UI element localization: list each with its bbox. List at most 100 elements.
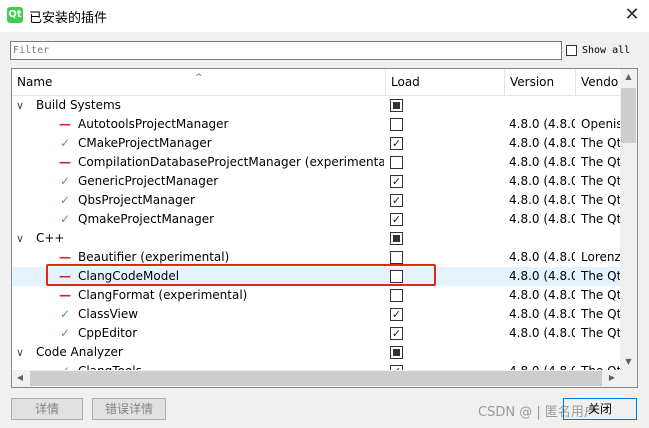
- plugin-version: 4.8.0 (4.8.0): [509, 326, 575, 340]
- scroll-left-icon[interactable]: ◀: [15, 373, 25, 382]
- status-error-icon: —: [59, 288, 71, 302]
- load-checkbox[interactable]: [390, 156, 403, 169]
- horizontal-scroll-thumb[interactable]: [30, 371, 602, 386]
- load-checkbox[interactable]: [390, 232, 403, 245]
- close-button[interactable]: 关闭: [563, 398, 637, 420]
- load-checkbox[interactable]: [390, 99, 403, 112]
- load-checkbox[interactable]: ✓: [390, 308, 403, 321]
- plugin-version: 4.8.0 (4.8.0): [509, 155, 575, 169]
- column-header-load[interactable]: Load: [386, 69, 505, 95]
- group-label: Build Systems: [36, 98, 121, 112]
- plugin-version: 4.8.0 (4.8.0): [509, 307, 575, 321]
- load-checkbox[interactable]: [390, 346, 403, 359]
- load-checkbox[interactable]: ✓: [390, 175, 403, 188]
- plugin-vendor: The Qt: [581, 326, 620, 340]
- column-name-label: Name: [17, 75, 53, 89]
- check-icon: ✓: [391, 194, 402, 207]
- load-checkbox[interactable]: [390, 251, 403, 264]
- expand-chevron-icon[interactable]: ∨: [16, 229, 28, 248]
- table-row[interactable]: ✓ QbsProjectManager 4.8.0 (4.8.0) The Qt ✓: [12, 191, 620, 210]
- table-row-group[interactable]: ∨ C++: [12, 229, 620, 248]
- details-button[interactable]: 详情: [11, 398, 83, 420]
- scrollbar-corner: [620, 370, 637, 387]
- plugin-version: 4.8.0 (4.8.0): [509, 269, 575, 283]
- plugin-name: CMakeProjectManager: [78, 136, 212, 150]
- column-vendor-label: Vendo: [581, 75, 619, 89]
- status-ok-icon: ✓: [59, 212, 71, 226]
- close-window-button[interactable]: ✕: [616, 1, 648, 29]
- plugin-vendor: Lorenz: [581, 250, 620, 264]
- window-title: 已安装的插件: [29, 11, 108, 26]
- load-checkbox[interactable]: ✓: [390, 194, 403, 207]
- plugin-vendor: The Qt: [581, 155, 620, 169]
- scroll-right-icon[interactable]: ▶: [607, 373, 617, 382]
- plugin-name: ClangFormat (experimental): [78, 288, 248, 302]
- qt-app-icon: Qt: [7, 7, 23, 23]
- plugin-vendor: The Qt: [581, 288, 620, 302]
- plugin-vendor: The Qt: [581, 193, 620, 207]
- partial-check-icon: [393, 102, 400, 109]
- table-row[interactable]: ✓ CMakeProjectManager 4.8.0 (4.8.0) The Qt ✓: [12, 134, 620, 153]
- column-header-version[interactable]: Version: [505, 69, 576, 95]
- plugin-version: 4.8.0 (4.8.0): [509, 250, 575, 264]
- load-checkbox[interactable]: [390, 289, 403, 302]
- plugin-version: 4.8.0 (4.8.0): [509, 174, 575, 188]
- group-label: C++: [36, 231, 65, 245]
- table-row[interactable]: ✓ GenericProjectManager 4.8.0 (4.8.0) The Q…: [12, 172, 620, 191]
- plugin-version: 4.8.0 (4.8.0): [509, 193, 575, 207]
- plugin-name: QmakeProjectManager: [78, 212, 215, 226]
- check-icon: ✓: [391, 213, 402, 226]
- load-checkbox[interactable]: [390, 118, 403, 131]
- column-header-vendor[interactable]: Vendo: [576, 69, 620, 95]
- status-ok-icon: ✓: [59, 307, 71, 321]
- table-row[interactable]: ✓ QmakeProjectManager 4.8.0 (4.8.0) The Qt ✓: [12, 210, 620, 229]
- status-ok-icon: ✓: [59, 326, 71, 340]
- plugin-vendor: The Qt: [581, 174, 620, 188]
- load-checkbox[interactable]: ✓: [390, 213, 403, 226]
- plugin-vendor: The Qt: [581, 136, 620, 150]
- plugin-version: 4.8.0 (4.8.0): [509, 136, 575, 150]
- check-icon: ✓: [391, 327, 402, 340]
- load-checkbox[interactable]: ✓: [390, 327, 403, 340]
- plugin-vendor: Openis: [581, 117, 620, 131]
- title-bar: Qt 已安装的插件 ✕: [0, 0, 649, 32]
- partial-check-icon: [393, 349, 400, 356]
- plugin-name: CompilationDatabaseProjectManager (exper…: [78, 155, 384, 169]
- show-all-label: Show all: [582, 44, 631, 56]
- scroll-down-icon[interactable]: ▼: [620, 357, 637, 366]
- check-icon: ✓: [391, 175, 402, 188]
- plugin-name: CppEditor: [78, 326, 138, 340]
- partial-check-icon: [393, 235, 400, 242]
- plugin-name: GenericProjectManager: [78, 174, 219, 188]
- load-checkbox[interactable]: ✓: [390, 137, 403, 150]
- table-row[interactable]: — ClangFormat (experimental) 4.8.0 (4.8.0)…: [12, 286, 620, 305]
- error-details-button[interactable]: 错误详情: [92, 398, 166, 420]
- plugin-version: 4.8.0 (4.8.0): [509, 288, 575, 302]
- show-all-toggle[interactable]: Show all: [566, 42, 630, 58]
- plugin-name: AutotoolsProjectManager: [78, 117, 229, 131]
- expand-chevron-icon[interactable]: ∨: [16, 343, 28, 362]
- plugin-vendor: The Qt: [581, 269, 620, 283]
- status-error-icon: —: [59, 155, 71, 169]
- column-load-label: Load: [391, 75, 420, 89]
- red-highlight-box: [46, 264, 436, 286]
- filter-input[interactable]: [10, 41, 562, 60]
- table-row[interactable]: — CompilationDatabaseProjectManager (expe…: [12, 153, 620, 172]
- table-row[interactable]: ✓ ClassView 4.8.0 (4.8.0) The Qt ✓: [12, 305, 620, 324]
- group-label: Code Analyzer: [36, 345, 123, 359]
- scroll-up-icon[interactable]: ▲: [620, 72, 637, 81]
- plugin-version: 4.8.0 (4.8.0): [509, 117, 575, 131]
- table-row[interactable]: ✓ CppEditor 4.8.0 (4.8.0) The Qt ✓: [12, 324, 620, 343]
- column-header-name[interactable]: Name ^: [12, 69, 386, 95]
- horizontal-scrollbar[interactable]: ◀ ▶: [12, 370, 620, 387]
- table-row-group[interactable]: ∨ Build Systems: [12, 96, 620, 115]
- vertical-scroll-thumb[interactable]: [621, 88, 636, 143]
- table-row-group[interactable]: ∨ Code Analyzer: [12, 343, 620, 362]
- status-ok-icon: ✓: [59, 174, 71, 188]
- show-all-checkbox[interactable]: [566, 44, 577, 56]
- table-row[interactable]: — AutotoolsProjectManager 4.8.0 (4.8.0) Ope…: [12, 115, 620, 134]
- vertical-scrollbar[interactable]: ▲ ▼: [620, 69, 637, 370]
- plugin-name: ClassView: [78, 307, 139, 321]
- expand-chevron-icon[interactable]: ∨: [16, 96, 28, 115]
- column-version-label: Version: [510, 75, 555, 89]
